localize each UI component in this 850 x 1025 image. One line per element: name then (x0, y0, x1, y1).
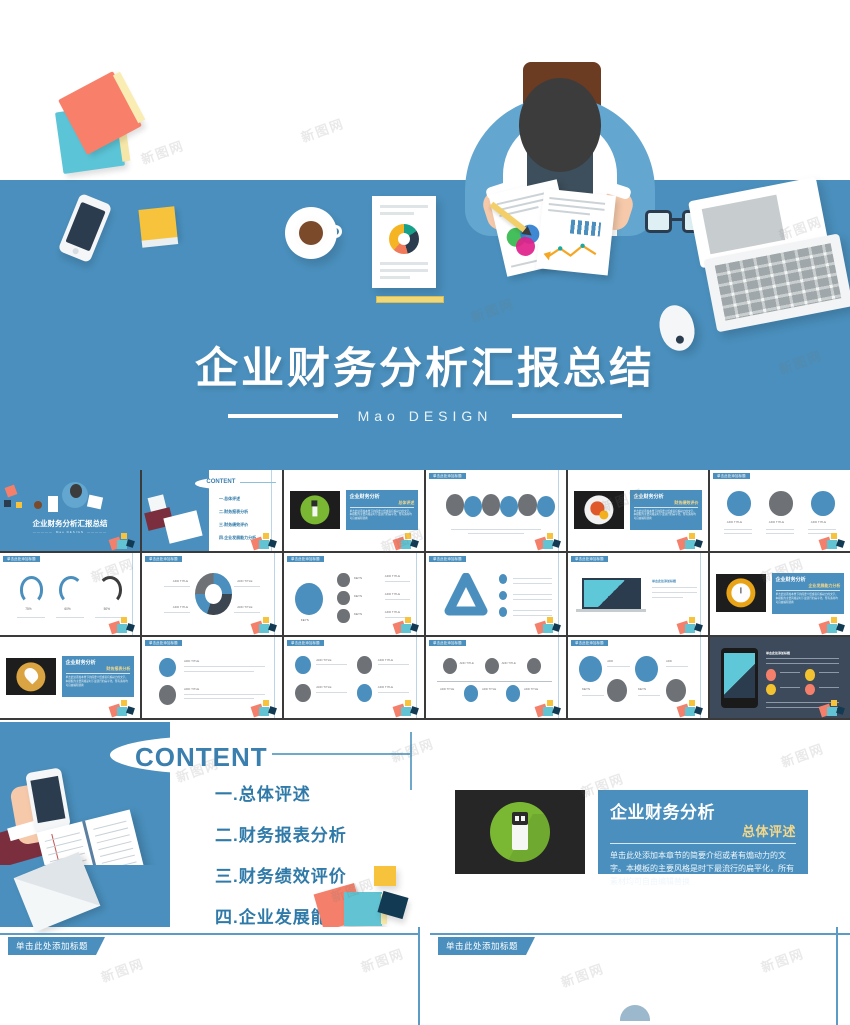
thumbnail-cycle-diagram[interactable]: 单击此处添加标题 (426, 553, 566, 635)
thumbnail-three-column[interactable]: 单击此处添加标题 ADD TITLE ADD TITLE ADD TITLE (710, 470, 850, 552)
thumbnail-tag: 单击此处添加标题 (713, 473, 750, 479)
strip-tag-left[interactable]: 单击此处添加标题 (8, 937, 106, 955)
thumbnail-section-heading: 企业财务分析 (633, 493, 664, 500)
thumbnail-section-heading: 企业财务分析 (775, 576, 806, 583)
thumbnail-content-item: 二.财务报表分析 (219, 509, 249, 514)
thumbnail-progress-rings[interactable]: 单击此处添加标题 75% 60% 50% (0, 553, 140, 635)
thumbnail-circle-steps[interactable]: 单击此处添加标题 KEYS KEYS ADD ADD (568, 636, 708, 718)
hero-banner: 企业财务分析汇报总结 Mao DESIGN (0, 0, 850, 470)
thumbnail-section-sub: 财务绩效评价 (633, 500, 699, 508)
thumbnail-tag: 单击此处添加标题 (429, 639, 466, 646)
ring-percent: 75% (25, 607, 32, 611)
strip-divider-right (836, 927, 838, 1025)
thumbnail-section-body: 单击此处添加本章节的简要介绍或者有煽动力的文字。本模板的主要风格是时下最流行的扁… (633, 509, 696, 521)
thumbnail-tag: 单击此处添加标题 (571, 639, 608, 646)
book-stack-icon (54, 70, 165, 175)
strip-tag-right[interactable]: 单击此处添加标题 (438, 937, 536, 955)
thumbnail-section-body: 单击此处添加本章节的简要介绍或者有煽动力的文字。本模板的主要风格是时下最流行的扁… (65, 676, 128, 687)
thumbnail-content[interactable]: CONTENT 一.总体评述 二.财务报表分析 三.财务绩效评价 四.企业发展能… (142, 470, 282, 552)
ring-percent: 60% (64, 607, 71, 611)
thumbnail-tag: 单击此处添加标题 (571, 556, 608, 563)
bottom-slide-strip: 单击此处添加标题 单击此处添加标题 (0, 852, 850, 1025)
section-icon-panel (455, 790, 585, 874)
thumbnail-quad-list[interactable]: 单击此处添加标题 ADD TITLE ADD TITLE ADD TITLE A… (284, 636, 424, 718)
thumbnail-section-capability[interactable]: 企业财务分析 企业发展能力分析 单击此处添加本章节的简要介绍或者有煽动力的文字。… (710, 553, 850, 635)
section-heading: 企业财务分析 (610, 803, 715, 822)
thumbnail-section-sub: 总体评述 (349, 500, 415, 508)
thumbnail-cover[interactable]: 企业财务分析汇报总结 Mao DESIGN (0, 470, 140, 552)
keys-label: KEYS (300, 618, 309, 623)
section-body-text: 单击此处添加本章节的简要介绍或者有煽动力的文字。本模板的主要风格是时下最流行的扁… (610, 851, 794, 887)
thumbnail-tag: 单击此处添加标题 (287, 556, 324, 563)
thumbnail-section-statement[interactable]: 企业财务分析 财务报表分析 单击此处添加本章节的简要介绍或者有煽动力的文字。本模… (0, 636, 140, 718)
thumbnail-section-sub: 企业发展能力分析 (775, 583, 841, 591)
content-rule-vertical (410, 732, 412, 790)
hero-subtitle: Mao DESIGN (357, 408, 493, 424)
thumbnail-tag: 单击此处添加标题 (145, 556, 182, 563)
thumbnail-section-heading: 企业财务分析 (349, 493, 380, 500)
coffee-cup-icon (285, 207, 342, 259)
thumbnail-content-label: CONTENT (206, 479, 236, 485)
strip-rule-right (430, 933, 850, 935)
section-subheading: 总体评述 (610, 821, 796, 844)
thumbnail-section-body: 单击此处添加本章节的简要介绍或者有煽动力的文字。本模板的主要风格是时下最流行的扁… (775, 592, 838, 604)
page-title: 企业财务分析汇报总结 (195, 345, 655, 393)
thumbnail-tag: 单击此处添加标题 (3, 556, 40, 563)
thumbnail-section-overview[interactable]: 企业财务分析 总体评述 单击此处添加本章节的简要介绍或者有煽动力的文字。本模板的… (284, 470, 424, 552)
section-text-panel: 企业财务分析 总体评述 单击此处添加本章节的简要介绍或者有煽动力的文字。本模板的… (598, 790, 808, 886)
poster-page: 企业财务分析汇报总结 Mao DESIGN 企业财务分析汇报总结 Mao DES… (0, 0, 850, 1025)
pie-chart-report-icon (372, 196, 436, 288)
usb-plug-icon (300, 495, 330, 525)
sticky-note-icon (138, 206, 178, 242)
thumbnail-cover-title: 企业财务分析汇报总结 (32, 519, 108, 528)
thumbnail-section-sub: 财务报表分析 (65, 666, 131, 675)
ring-percent: 50% (103, 607, 110, 611)
usb-plug-icon (490, 802, 550, 862)
content-heading-block: CONTENT (110, 736, 310, 774)
thumbnail-donut-chart[interactable]: 单击此处添加标题 ADD TITLE ADD TITLE ADD TITLE A… (142, 553, 282, 635)
thumbnail-device-mockup[interactable]: 单击此处添加标题 单击此处添加标题 (568, 553, 708, 635)
thumbnail-icon-row[interactable]: 单击此处添加标题 (426, 470, 566, 552)
laptop-icon (688, 173, 850, 339)
strip-decoration (620, 1005, 650, 1021)
location-pin-icon (16, 661, 46, 692)
thumbnail-icon-text-list[interactable]: 单击此处添加标题 ADD TITLE ADD TITLE (142, 636, 282, 718)
slide-thumbnail-grid: 企业财务分析汇报总结 Mao DESIGN CONTENT 一.总体评述 二.财… (0, 470, 850, 720)
thumbnail-content-item: 三.财务绩效评价 (219, 522, 249, 527)
strip-divider-left (418, 927, 420, 1025)
thumbnail-section-performance[interactable]: 企业财务分析 财务绩效评价 单击此处添加本章节的简要介绍或者有煽动力的文字。本模… (568, 470, 708, 552)
strip-rule-left (0, 933, 420, 935)
thumbnail-tag: 单击此处添加标题 (429, 473, 466, 479)
thumbnail-content-item: 一.总体评述 (219, 496, 241, 501)
gear-icon (584, 495, 614, 525)
thumbnail-phone-mockup[interactable]: 单击此处添加标题 (710, 636, 850, 718)
thumbnail-timeline[interactable]: 单击此处添加标题 ADD TITLE ADD TITLE ADD TITLE A… (426, 636, 566, 718)
content-rule-horizontal (272, 753, 412, 755)
content-list-item[interactable]: 一.总体评述 (215, 780, 383, 805)
thumbnail-tag: 单击此处添加标题 (429, 556, 466, 563)
thumbnail-tag: 单击此处添加标题 (145, 639, 182, 646)
chart-paper-icon (536, 188, 616, 276)
thumbnail-keys-list[interactable]: 单击此处添加标题 KEYS KEYS KEYS KEYS ADD TITLE A… (284, 553, 424, 635)
title-rule-right (512, 414, 623, 418)
clock-icon (726, 578, 756, 608)
thumbnail-cover-subtitle: Mao DESIGN (0, 530, 140, 534)
content-heading: CONTENT (135, 742, 268, 772)
ruler-icon (376, 296, 444, 303)
hero-title-block: 企业财务分析汇报总结 Mao DESIGN (0, 345, 850, 425)
title-rule-left (227, 414, 338, 418)
content-list-item[interactable]: 二.财务报表分析 (215, 821, 383, 846)
thumbnail-tag: 单击此处添加标题 (287, 639, 324, 646)
thumbnail-section-body: 单击此处添加本章节的简要介绍或者有煽动力的文字。本模板的主要风格是时下最流行的扁… (349, 509, 412, 521)
decorative-books-icon (313, 866, 428, 932)
